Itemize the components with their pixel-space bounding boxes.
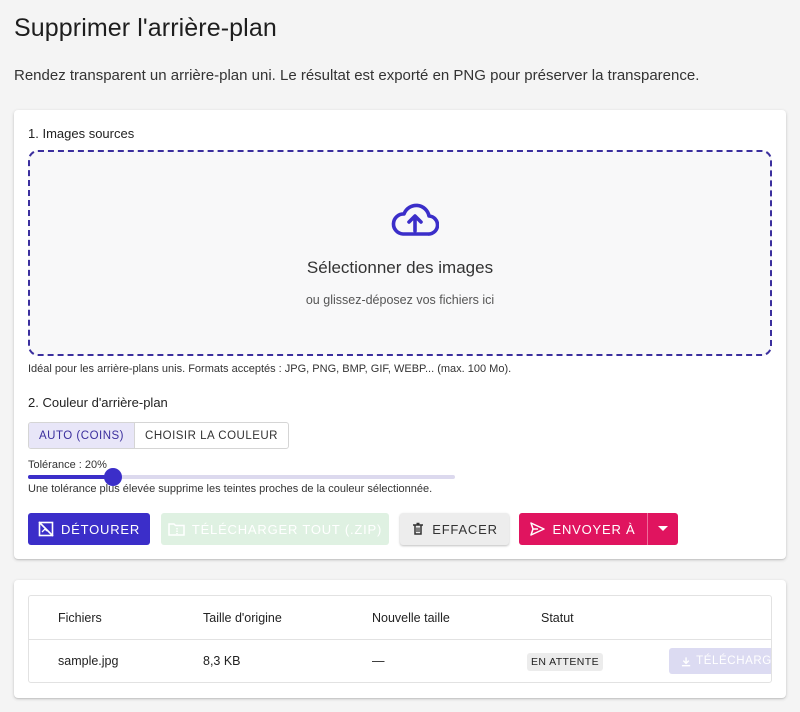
download-icon xyxy=(681,656,691,666)
cell-original-size: 8,3 KB xyxy=(203,654,241,668)
cloud-upload-icon xyxy=(391,203,439,236)
send-button[interactable]: ENVOYER À xyxy=(519,513,647,545)
send-icon xyxy=(530,522,546,536)
file-dropzone[interactable]: Sélectionner des images ou glissez-dépos… xyxy=(28,150,772,356)
row-download-label: TÉLÉCHARGER xyxy=(696,655,772,667)
zip-folder-icon xyxy=(168,523,185,536)
page: Supprimer l'arrière-plan Rendez transpar… xyxy=(0,0,800,712)
toggle-auto-corners[interactable]: AUTO (COINS) xyxy=(29,423,136,448)
detourer-button[interactable]: DÉTOURER xyxy=(28,513,150,545)
column-header-original-size: Taille d'origine xyxy=(203,611,282,625)
clear-button[interactable]: EFFACER xyxy=(400,513,509,545)
cell-new-size: — xyxy=(372,654,385,668)
header-divider xyxy=(29,639,771,640)
column-header-files: Fichiers xyxy=(58,611,102,625)
clear-label: EFFACER xyxy=(432,521,498,537)
toggle-choose-color[interactable]: CHOISIR LA COULEUR xyxy=(135,423,288,448)
send-label: ENVOYER À xyxy=(552,521,636,537)
background-label: 2. Couleur d'arrière-plan xyxy=(28,395,168,410)
dropzone-subtitle: ou glissez-déposez vos fichiers ici xyxy=(305,293,495,307)
chevron-down-icon xyxy=(658,526,668,531)
row-download-button[interactable]: TÉLÉCHARGER xyxy=(669,648,772,674)
upload-card: 1. Images sources Sélectionner des image… xyxy=(14,110,786,559)
send-menu-button[interactable] xyxy=(647,513,678,545)
detourer-label: DÉTOURER xyxy=(60,521,141,537)
column-header-status: Statut xyxy=(541,611,574,625)
sources-label: 1. Images sources xyxy=(28,126,135,141)
crop-image-icon xyxy=(38,521,54,537)
tolerance-slider-fill xyxy=(28,475,114,479)
page-title: Supprimer l'arrière-plan xyxy=(14,14,277,42)
clear-list-icon xyxy=(413,522,424,535)
status-badge: EN ATTENTE xyxy=(527,653,603,671)
dropzone-title: Sélectionner des images xyxy=(306,258,494,277)
cell-file-name: sample.jpg xyxy=(58,654,119,668)
files-table: Fichiers Taille d'origine Nouvelle taill… xyxy=(28,595,772,683)
tolerance-slider[interactable] xyxy=(28,468,455,486)
download-all-label: TÉLÉCHARGER TOUT (.ZIP) xyxy=(191,521,383,537)
tolerance-hint: Une tolérance plus élevée supprime les t… xyxy=(28,483,433,495)
files-card: Fichiers Taille d'origine Nouvelle taill… xyxy=(14,580,786,698)
tolerance-label: Tolérance : 20% xyxy=(28,459,107,471)
background-mode-toggle: AUTO (COINS) CHOISIR LA COULEUR xyxy=(28,422,289,449)
download-all-button[interactable]: TÉLÉCHARGER TOUT (.ZIP) xyxy=(161,513,389,545)
page-subtitle: Rendez transparent un arrière-plan uni. … xyxy=(14,67,700,84)
column-header-new-size: Nouvelle taille xyxy=(372,611,450,625)
formats-hint: Idéal pour les arrière-plans unis. Forma… xyxy=(28,363,512,375)
